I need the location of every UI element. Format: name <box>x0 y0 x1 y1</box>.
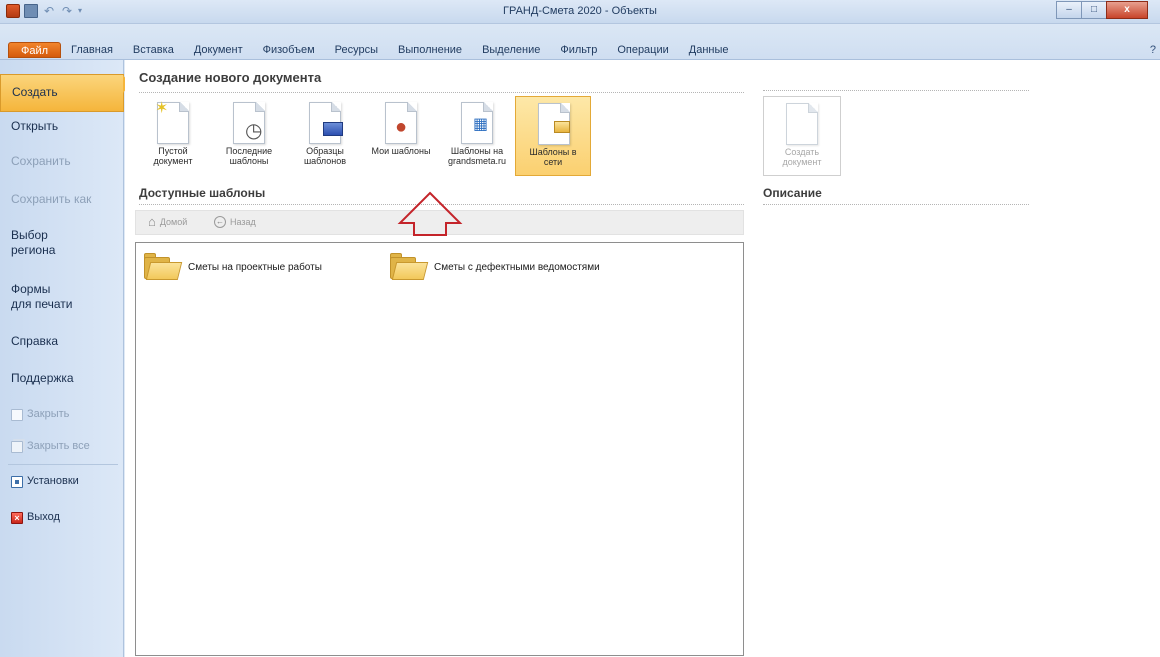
folder-label: Сметы на проектные работы <box>188 261 322 273</box>
clock-icon: ◷ <box>245 120 263 142</box>
folder-label: Сметы с дефектными ведомостями <box>434 261 600 273</box>
nav-settings-label: Установки <box>27 475 79 487</box>
exit-icon: × <box>11 511 23 524</box>
preview-pane: Создать документ Описание <box>755 60 1160 657</box>
ribbon-tabs: Файл Главная Вставка Документ Физобъем Р… <box>8 42 739 58</box>
template-folder-list: Сметы на проектные работы Сметы с дефект… <box>135 242 744 656</box>
section-divider <box>763 90 1029 91</box>
breadcrumb-back-label: Назад <box>230 217 256 227</box>
backstage-nav: Создать Открыть Сохранить Сохранить как … <box>0 60 124 657</box>
section-divider <box>763 204 1029 205</box>
nav-save[interactable]: Сохранить <box>0 154 124 169</box>
template-samples[interactable]: Образцы шаблонов <box>287 96 363 176</box>
template-label: Пустой документ <box>153 146 193 166</box>
description-title: Описание <box>763 186 822 200</box>
minimize-button[interactable]: – <box>1056 1 1082 19</box>
back-arrow-icon: ← <box>214 216 226 228</box>
template-gallery: ✶ Пустой документ ◷ Последние шаблоны Об… <box>135 96 591 176</box>
nav-settings[interactable]: Установки <box>0 474 124 489</box>
tab-filter[interactable]: Фильтр <box>550 42 607 58</box>
folder-icon <box>390 253 429 281</box>
title-bar: ↶ ↷ ▾ ГРАНД-Смета 2020 - Объекты – □ x <box>0 0 1160 24</box>
nav-select-region[interactable]: Выбор региона <box>0 228 124 258</box>
star-icon: ✶ <box>155 100 169 117</box>
nav-close-all-label: Закрыть все <box>27 440 90 452</box>
section-divider <box>139 92 744 93</box>
list-item[interactable]: Сметы на проектные работы <box>144 253 322 281</box>
folder-icon <box>554 121 570 133</box>
monitor-icon <box>323 122 343 136</box>
available-templates-title: Доступные шаблоны <box>139 186 266 200</box>
nav-exit-label: Выход <box>27 511 60 523</box>
template-network[interactable]: Шаблоны в сети <box>515 96 591 176</box>
nav-create[interactable]: Создать <box>0 74 124 112</box>
tab-file[interactable]: Файл <box>8 42 62 58</box>
tab-insert[interactable]: Вставка <box>123 42 184 58</box>
page-title: Создание нового документа <box>139 70 322 85</box>
nav-divider <box>8 464 118 465</box>
create-document-button[interactable]: Создать документ <box>763 96 841 176</box>
nav-save-as[interactable]: Сохранить как <box>0 192 124 207</box>
help-icon[interactable]: ? <box>1150 44 1156 56</box>
nav-print-forms[interactable]: Формы для печати <box>0 282 124 312</box>
nav-help[interactable]: Справка <box>0 334 124 349</box>
window-controls: – □ x <box>1056 1 1148 19</box>
tab-volume[interactable]: Физобъем <box>253 42 325 58</box>
nav-close-all[interactable]: Закрыть все <box>0 439 124 454</box>
documents-icon <box>11 440 23 453</box>
settings-icon <box>11 475 23 488</box>
document-icon <box>786 103 818 145</box>
template-label: Последние шаблоны <box>225 146 273 166</box>
grid-icon: ▦ <box>473 116 489 133</box>
template-recent[interactable]: ◷ Последние шаблоны <box>211 96 287 176</box>
create-document-label: Создать документ <box>782 147 822 167</box>
tab-data[interactable]: Данные <box>679 42 739 58</box>
window-title: ГРАНД-Смета 2020 - Объекты <box>503 5 657 17</box>
home-icon: ⌂ <box>148 214 156 229</box>
nav-close-label: Закрыть <box>27 408 70 420</box>
tab-selection[interactable]: Выделение <box>472 42 550 58</box>
document-icon <box>11 408 23 421</box>
template-blank-document[interactable]: ✶ Пустой документ <box>135 96 211 176</box>
nav-close[interactable]: Закрыть <box>0 407 124 422</box>
breadcrumb-home[interactable]: ⌂ Домой <box>148 214 188 229</box>
close-button[interactable]: x <box>1106 1 1148 19</box>
template-label: Шаблоны в сети <box>529 147 577 167</box>
tab-execution[interactable]: Выполнение <box>388 42 472 58</box>
main-pane: Создание нового документа ✶ Пустой докум… <box>125 60 1160 657</box>
nav-open[interactable]: Открыть <box>0 119 124 134</box>
nav-exit[interactable]: × Выход <box>0 510 124 525</box>
list-item[interactable]: Сметы с дефектными ведомостями <box>390 253 600 281</box>
nav-support[interactable]: Поддержка <box>0 371 124 386</box>
tab-operations[interactable]: Операции <box>607 42 678 58</box>
template-label: Образцы шаблонов <box>303 146 347 166</box>
folder-icon <box>144 253 183 281</box>
tab-document[interactable]: Документ <box>184 42 253 58</box>
maximize-button[interactable]: □ <box>1081 1 1107 19</box>
breadcrumb-home-label: Домой <box>159 217 188 227</box>
tab-resources[interactable]: Ресурсы <box>325 42 388 58</box>
breadcrumb-back[interactable]: ← Назад <box>214 216 256 228</box>
annotation-arrow-icon <box>397 191 463 236</box>
ribbon-tab-bar: Файл Главная Вставка Документ Физобъем Р… <box>0 24 1160 60</box>
tab-home[interactable]: Главная <box>61 42 123 58</box>
